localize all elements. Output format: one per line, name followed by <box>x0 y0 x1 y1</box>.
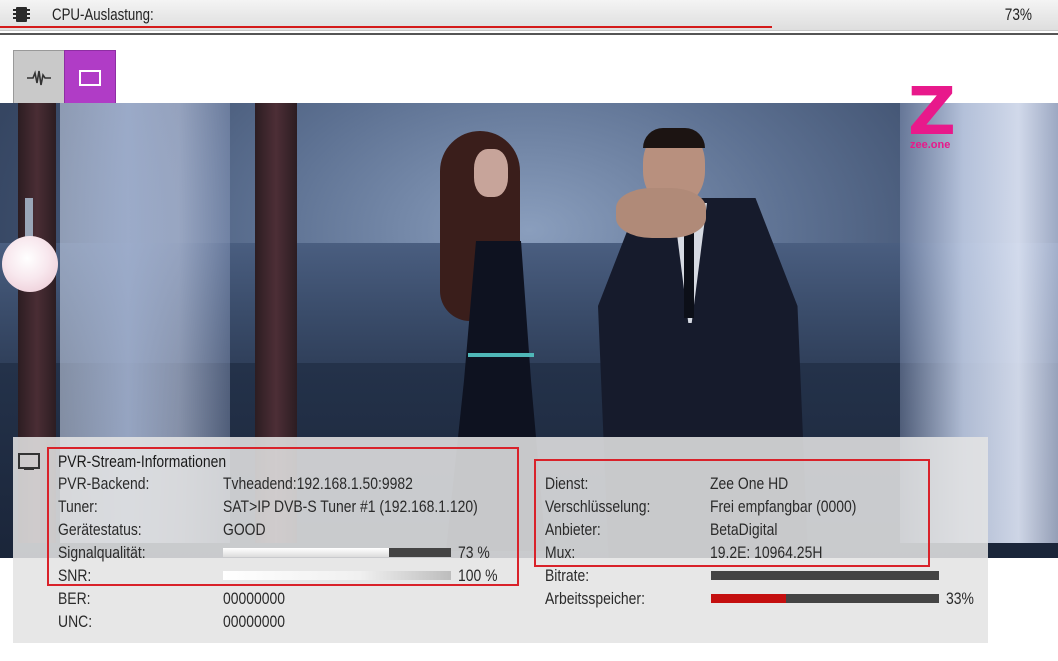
cpu-usage-progress <box>0 26 772 28</box>
channel-logo-glyph: Z <box>908 73 956 150</box>
tv-monitor-icon <box>18 453 40 470</box>
highlight-box-pvr <box>47 447 519 586</box>
video-view-button[interactable] <box>64 50 116 105</box>
memory-label: Arbeitsspeicher: <box>545 589 645 608</box>
channel-logo-text: zee.one <box>910 139 951 151</box>
figure-belt <box>468 353 534 357</box>
memory-bar <box>711 594 939 603</box>
channel-logo: Z zee.one <box>908 73 966 154</box>
video-lamp <box>2 236 58 292</box>
signal-view-button[interactable] <box>13 50 65 105</box>
ber-label: BER: <box>58 589 91 608</box>
memory-fill <box>711 594 787 603</box>
bitrate-label: Bitrate: <box>545 566 590 585</box>
cpu-chip-icon <box>13 7 30 22</box>
bitrate-bar <box>711 571 939 580</box>
video-lamp-stem <box>25 198 33 238</box>
ber-value: 00000000 <box>223 589 286 608</box>
figure-hands <box>616 188 706 238</box>
unc-value: 00000000 <box>223 612 286 631</box>
cpu-usage-value: 73% <box>1004 5 1032 24</box>
memory-value: 33% <box>946 589 974 608</box>
signal-waveform-icon <box>27 69 51 85</box>
cpu-usage-label: CPU-Auslastung: <box>52 5 154 24</box>
figure-face <box>474 149 508 197</box>
cpu-usage-bar: CPU-Auslastung: 73% <box>0 0 1058 31</box>
unc-label: UNC: <box>58 612 93 631</box>
figure-hair <box>643 128 705 148</box>
video-rectangle-icon <box>79 69 101 86</box>
divider <box>0 33 1058 35</box>
highlight-box-service <box>534 459 930 567</box>
